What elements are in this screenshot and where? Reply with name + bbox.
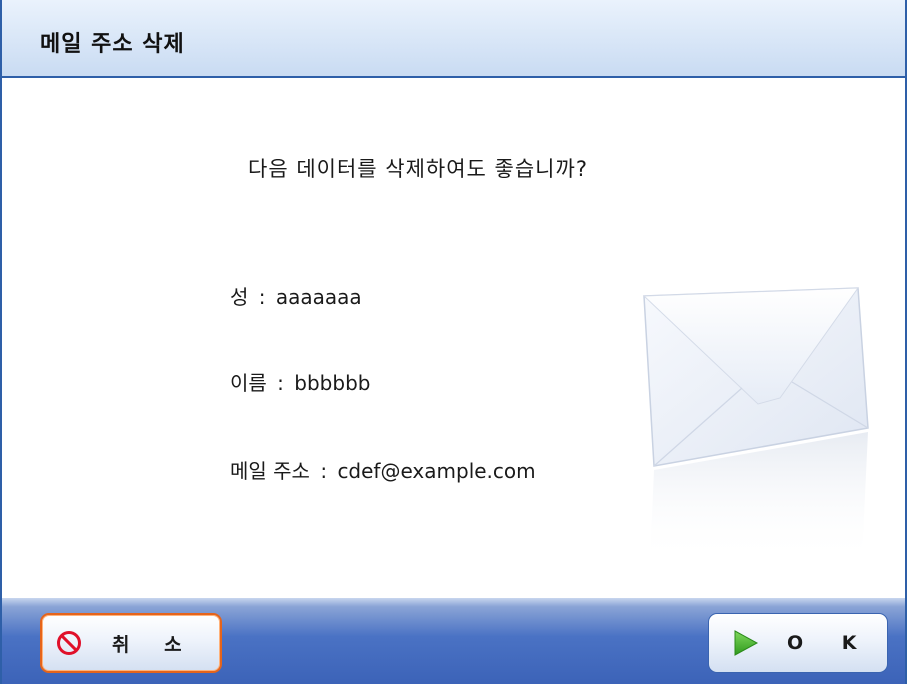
dialog-content: 다음 데이터를 삭제하여도 좋습니까? 성 : aaaaaaa 이름 : bbb… xyxy=(2,78,905,598)
email-value: cdef@example.com xyxy=(337,459,536,483)
surname-value: aaaaaaa xyxy=(275,285,362,309)
prohibited-icon xyxy=(57,631,81,655)
confirmation-question: 다음 데이터를 삭제하여도 좋습니까? xyxy=(248,157,588,181)
surname-field: 성 : aaaaaaa xyxy=(230,281,362,310)
name-field: 이름 : bbbbbb xyxy=(230,367,370,396)
bottom-toolbar: 취 소 O K xyxy=(2,598,905,684)
ok-button-label: O K xyxy=(787,632,873,654)
email-separator: : xyxy=(320,459,328,483)
cancel-button[interactable]: 취 소 xyxy=(40,613,222,673)
surname-label: 성 xyxy=(230,285,249,309)
dialog-title: 메일 주소 삭제 xyxy=(40,32,185,57)
email-field: 메일 주소 : cdef@example.com xyxy=(230,455,536,484)
name-label: 이름 xyxy=(230,371,267,395)
email-label: 메일 주소 xyxy=(230,459,310,483)
name-separator: : xyxy=(277,371,284,395)
delete-email-dialog: 메일 주소 삭제 다음 데이터를 삭제하여도 좋습니까? 성 : aaaaaaa… xyxy=(0,0,907,684)
ok-button[interactable]: O K xyxy=(708,613,888,673)
envelope-icon xyxy=(642,287,869,563)
play-arrow-icon xyxy=(734,630,759,656)
surname-separator: : xyxy=(258,285,266,309)
cancel-button-label: 취 소 xyxy=(112,633,196,656)
name-value: bbbbbb xyxy=(294,371,371,395)
title-bar: 메일 주소 삭제 xyxy=(2,0,905,78)
